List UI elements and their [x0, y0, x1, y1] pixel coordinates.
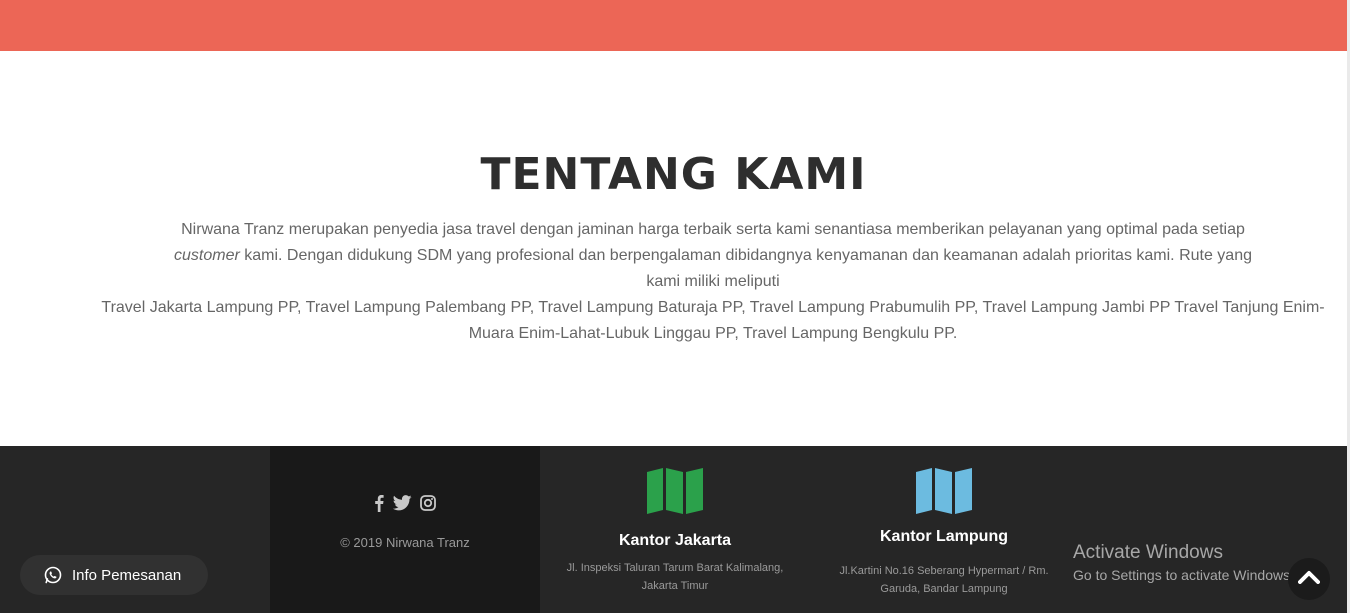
map-icon — [645, 468, 705, 514]
office-address: Jl.Kartini No.16 Seberang Hypermart / Rm… — [839, 565, 1049, 595]
copyright-text: © 2019 Nirwana Tranz — [340, 535, 470, 550]
about-description: Nirwana Tranz merupakan penyedia jasa tr… — [100, 217, 1326, 347]
info-pemesanan-button[interactable]: Info Pemesanan — [20, 555, 208, 595]
office-lampung: Kantor Lampung Jl.Kartini No.16 Seberang… — [809, 446, 1079, 613]
facebook-icon[interactable] — [374, 494, 384, 517]
about-section: TENTANG KAMI Nirwana Tranz merupakan pen… — [0, 51, 1347, 446]
intro-emphasis: customer — [174, 247, 240, 264]
whatsapp-icon — [44, 566, 62, 584]
routes-paragraph: Travel Jakarta Lampung PP, Travel Lampun… — [101, 299, 1325, 342]
office-jakarta: Kantor Jakarta Jl. Inspeksi Taluran Taru… — [540, 446, 810, 613]
watermark-title: Activate Windows — [1073, 542, 1223, 563]
office-title: Kantor Jakarta — [618, 532, 732, 549]
watermark-subtitle: Go to Settings to activate Windows. — [1073, 567, 1294, 583]
map-icon — [914, 468, 974, 514]
activate-windows-watermark: Activate Windows Go to Settings to activ… — [1073, 542, 1294, 585]
chevron-up-icon — [1298, 570, 1320, 589]
social-links — [270, 494, 540, 517]
twitter-icon[interactable] — [392, 495, 412, 516]
section-title: TENTANG KAMI — [480, 149, 867, 200]
footer-social-column: © 2019 Nirwana Tranz — [270, 446, 540, 613]
back-to-top-button[interactable] — [1288, 558, 1330, 600]
info-pemesanan-label: Info Pemesanan — [72, 566, 182, 584]
intro-paragraph: Nirwana Tranz merupakan penyedia jasa tr… — [158, 217, 1268, 295]
intro-text-end: kami. Dengan didukung SDM yang profesion… — [239, 247, 1252, 290]
office-address: Jl. Inspeksi Taluran Tarum Barat Kalimal… — [566, 562, 784, 592]
instagram-icon[interactable] — [420, 495, 436, 516]
intro-text-start: Nirwana Tranz merupakan penyedia jasa tr… — [181, 221, 1245, 238]
office-title: Kantor Lampung — [880, 528, 1008, 545]
top-color-band — [0, 0, 1350, 51]
